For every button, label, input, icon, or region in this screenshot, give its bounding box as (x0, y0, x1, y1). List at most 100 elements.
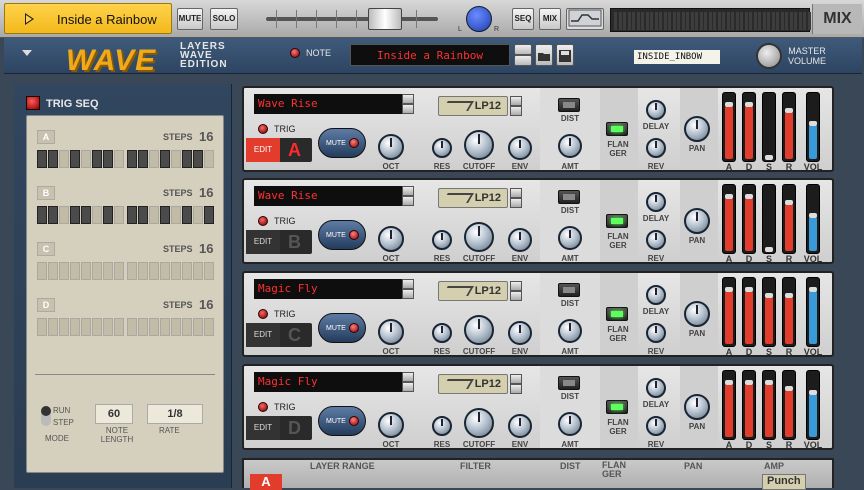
fold-arrow-icon[interactable] (22, 50, 32, 56)
step-cell[interactable] (204, 150, 214, 168)
patch-prev-button[interactable] (514, 44, 532, 55)
wave-name-display[interactable]: Magic Fly (254, 372, 404, 392)
waveform-icon[interactable] (566, 8, 604, 30)
step-cell[interactable] (48, 262, 58, 280)
step-cell[interactable] (48, 318, 58, 336)
wave-prev-button[interactable] (402, 186, 414, 196)
layer-mute-button[interactable]: MUTE (318, 406, 366, 436)
s-fader[interactable] (762, 92, 776, 162)
env-knob[interactable] (508, 321, 532, 345)
env-knob[interactable] (508, 414, 532, 438)
steps-value[interactable]: 16 (199, 297, 213, 312)
r-fader[interactable] (782, 277, 796, 347)
cutoff-knob[interactable] (464, 130, 494, 160)
step-cell[interactable] (114, 262, 124, 280)
dist-amt-knob[interactable] (558, 134, 582, 158)
res-knob[interactable] (432, 138, 452, 158)
step-cell[interactable] (37, 206, 47, 224)
step-cell[interactable] (59, 150, 69, 168)
mix-button[interactable]: MIX (539, 8, 561, 30)
step-cell[interactable] (182, 206, 192, 224)
step-cell[interactable] (103, 206, 113, 224)
cutoff-knob[interactable] (464, 222, 494, 252)
filter-type-display[interactable]: LP12 (438, 281, 508, 301)
step-cell[interactable] (160, 262, 170, 280)
wave-name-display[interactable]: Wave Rise (254, 186, 404, 206)
dist-toggle[interactable] (558, 283, 580, 297)
steps-value[interactable]: 16 (199, 241, 213, 256)
pan-knob[interactable] (466, 6, 492, 32)
delay-knob[interactable] (646, 285, 666, 305)
env-knob[interactable] (508, 228, 532, 252)
flanger-toggle[interactable] (606, 307, 628, 321)
a-fader[interactable] (722, 92, 736, 162)
dist-amt-knob[interactable] (558, 319, 582, 343)
vol-fader[interactable] (806, 277, 820, 347)
step-cell[interactable] (81, 150, 91, 168)
layer-pan-knob[interactable] (684, 116, 710, 142)
s-fader[interactable] (762, 370, 776, 440)
filter-prev-button[interactable] (510, 374, 522, 384)
filter-next-button[interactable] (510, 106, 522, 116)
play-icon[interactable] (25, 13, 34, 25)
step-cell[interactable] (70, 318, 80, 336)
step-cell[interactable] (103, 262, 113, 280)
step-cell[interactable] (149, 318, 159, 336)
step-cell[interactable] (37, 150, 47, 168)
mute-button[interactable]: MUTE (177, 8, 203, 30)
layer-pan-knob[interactable] (684, 301, 710, 327)
step-cell[interactable] (138, 206, 148, 224)
layer-pan-knob[interactable] (684, 394, 710, 420)
flanger-toggle[interactable] (606, 122, 628, 136)
oct-knob[interactable] (378, 319, 404, 345)
filter-next-button[interactable] (510, 198, 522, 208)
wave-name-display[interactable]: Wave Rise (254, 94, 404, 114)
oct-knob[interactable] (378, 134, 404, 160)
step-cell[interactable] (138, 262, 148, 280)
dist-toggle[interactable] (558, 190, 580, 204)
step-cell[interactable] (204, 206, 214, 224)
wave-prev-button[interactable] (402, 372, 414, 382)
step-cell[interactable] (149, 150, 159, 168)
step-cell[interactable] (114, 206, 124, 224)
step-cell[interactable] (92, 150, 102, 168)
step-cell[interactable] (171, 262, 181, 280)
note-length-spinbox[interactable]: 60 (95, 404, 133, 424)
step-cell[interactable] (59, 318, 69, 336)
step-cell[interactable] (92, 262, 102, 280)
layer-mute-button[interactable]: MUTE (318, 313, 366, 343)
a-fader[interactable] (722, 277, 736, 347)
step-cell[interactable] (160, 318, 170, 336)
step-cell[interactable] (160, 150, 170, 168)
step-cell[interactable] (37, 318, 47, 336)
save-icon[interactable] (556, 44, 574, 66)
r-fader[interactable] (782, 184, 796, 254)
a-fader[interactable] (722, 370, 736, 440)
mode-switch[interactable] (41, 406, 51, 426)
step-cell[interactable] (59, 206, 69, 224)
step-cell[interactable] (103, 150, 113, 168)
flanger-toggle[interactable] (606, 400, 628, 414)
oct-knob[interactable] (378, 412, 404, 438)
step-cell[interactable] (138, 318, 148, 336)
step-cell[interactable] (48, 206, 58, 224)
env-knob[interactable] (508, 136, 532, 160)
step-cell[interactable] (127, 150, 137, 168)
step-cell[interactable] (182, 150, 192, 168)
step-cell[interactable] (70, 262, 80, 280)
wave-name-display[interactable]: Magic Fly (254, 279, 404, 299)
step-cell[interactable] (171, 150, 181, 168)
oct-knob[interactable] (378, 226, 404, 252)
res-knob[interactable] (432, 416, 452, 436)
rev-knob[interactable] (646, 416, 666, 436)
vol-fader[interactable] (806, 92, 820, 162)
filter-type-display[interactable]: LP12 (438, 96, 508, 116)
step-cell[interactable] (70, 150, 80, 168)
wave-next-button[interactable] (402, 289, 414, 299)
d-fader[interactable] (742, 277, 756, 347)
seq-button[interactable]: SEQ (512, 8, 534, 30)
a-fader[interactable] (722, 184, 736, 254)
s-fader[interactable] (762, 184, 776, 254)
step-cell[interactable] (182, 262, 192, 280)
edit-button[interactable]: EDIT B (246, 230, 312, 254)
